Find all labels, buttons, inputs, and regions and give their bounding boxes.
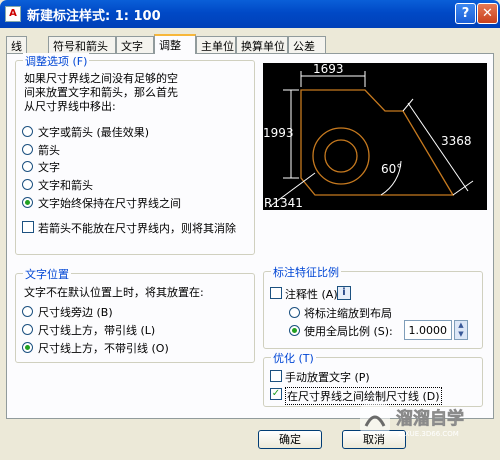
preview-drawing: 1693 1993 3368 60° R1341 bbox=[263, 62, 474, 210]
text-placement-legend: 文字位置 bbox=[23, 266, 71, 282]
suppress-arrows-checkbox[interactable] bbox=[22, 221, 34, 233]
preview-dim-width: 1693 bbox=[313, 63, 344, 76]
preview-dim-diagonal: 3368 bbox=[441, 134, 472, 148]
fit-description-line: 从尺寸界线中移出: bbox=[24, 100, 116, 113]
info-icon[interactable]: i bbox=[337, 286, 351, 300]
watermark-brand: 溜溜自学 bbox=[396, 408, 464, 429]
radio-text-always-between[interactable] bbox=[22, 197, 33, 208]
radio-text-and-arrows[interactable] bbox=[22, 179, 33, 190]
dimension-preview: 1693 1993 3368 60° R1341 bbox=[263, 62, 487, 210]
radio-label[interactable]: 使用全局比例 (S): bbox=[304, 323, 393, 339]
preview-dim-height: 1993 bbox=[263, 126, 294, 140]
radio-label[interactable]: 箭头 bbox=[38, 142, 60, 158]
ok-button[interactable]: 确定 bbox=[258, 430, 322, 449]
text-placement-description: 文字不在默认位置上时，将其放置在: bbox=[24, 286, 204, 299]
tab-symbols-arrows[interactable]: 符号和箭头 bbox=[48, 36, 116, 53]
radio-scale-to-layout[interactable] bbox=[289, 307, 300, 318]
radio-use-global-scale[interactable] bbox=[289, 325, 300, 336]
app-icon: A bbox=[5, 6, 21, 22]
scale-legend: 标注特征比例 bbox=[271, 264, 341, 280]
fit-options-legend: 调整选项 (F) bbox=[23, 53, 90, 69]
tab-alternate-units[interactable]: 换算单位 bbox=[236, 36, 288, 53]
radio-label[interactable]: 尺寸线上方，带引线 (L) bbox=[38, 322, 155, 338]
radio-label[interactable]: 尺寸线旁边 (B) bbox=[38, 304, 113, 320]
radio-beside-dim-line[interactable] bbox=[22, 306, 33, 317]
tab-fit[interactable]: 调整 bbox=[154, 34, 196, 54]
radio-text-or-arrows[interactable] bbox=[22, 126, 33, 137]
watermark-url: ZIXUE.3D66.COM bbox=[398, 430, 459, 438]
radio-label[interactable]: 将标注缩放到布局 bbox=[304, 305, 392, 321]
global-scale-spinner[interactable]: ▲ ▼ bbox=[454, 320, 468, 340]
finetune-legend: 优化 (T) bbox=[271, 350, 316, 366]
title-bar: A 新建标注样式: 1: 100 ? ✕ bbox=[0, 0, 500, 28]
global-scale-input[interactable]: 1.0000 bbox=[404, 320, 452, 340]
radio-label[interactable]: 文字或箭头 (最佳效果) bbox=[38, 124, 149, 140]
radio-text[interactable] bbox=[22, 161, 33, 172]
preview-dim-radius: R1341 bbox=[264, 196, 303, 210]
radio-label[interactable]: 尺寸线上方，不带引线 (O) bbox=[38, 340, 169, 356]
spin-down-icon[interactable]: ▼ bbox=[455, 330, 467, 339]
tab-text[interactable]: 文字 bbox=[116, 36, 154, 53]
spin-up-icon[interactable]: ▲ bbox=[455, 321, 467, 330]
tab-primary-units[interactable]: 主单位 bbox=[196, 36, 236, 53]
preview-dim-angle: 60° bbox=[381, 162, 402, 176]
manual-place-text-checkbox[interactable] bbox=[270, 370, 282, 382]
tab-tolerances[interactable]: 公差 bbox=[288, 36, 326, 53]
radio-arrows[interactable] bbox=[22, 144, 33, 155]
tab-lines[interactable]: 线 bbox=[6, 36, 27, 53]
help-button[interactable]: ? bbox=[455, 3, 476, 24]
radio-label[interactable]: 文字 bbox=[38, 159, 60, 175]
draw-dim-line-checkbox[interactable]: ✓ bbox=[270, 388, 282, 400]
window-title: 新建标注样式: 1: 100 bbox=[27, 9, 161, 24]
close-button[interactable]: ✕ bbox=[477, 3, 498, 24]
watermark-logo: 溜溜自学 ZIXUE.3D66.COM bbox=[360, 404, 464, 438]
watermark: 溜溜自学 ZIXUE.3D66.COM bbox=[360, 400, 500, 440]
annotative-label[interactable]: 注释性 (A) bbox=[285, 286, 338, 302]
radio-label[interactable]: 文字和箭头 bbox=[38, 177, 93, 193]
radio-label[interactable]: 文字始终保持在尺寸界线之间 bbox=[38, 195, 181, 211]
manual-place-text-label[interactable]: 手动放置文字 (P) bbox=[285, 369, 370, 385]
annotative-checkbox[interactable] bbox=[270, 287, 282, 299]
radio-over-without-leader[interactable] bbox=[22, 342, 33, 353]
suppress-arrows-label[interactable]: 若箭头不能放在尺寸界线内，则将其消除 bbox=[38, 220, 236, 236]
radio-over-with-leader[interactable] bbox=[22, 324, 33, 335]
